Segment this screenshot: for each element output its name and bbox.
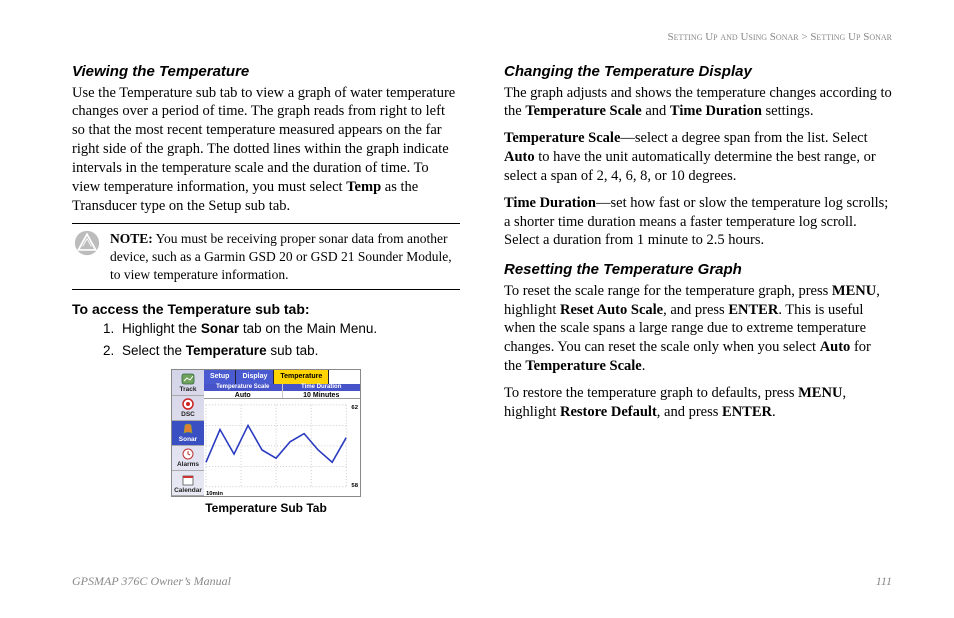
track-icon — [181, 373, 195, 385]
right-column: Changing the Temperature Display The gra… — [504, 62, 892, 554]
step-1: Highlight the Sonar tab on the Main Menu… — [118, 320, 460, 338]
page-number: 111 — [876, 574, 892, 590]
access-heading: To access the Temperature sub tab: — [72, 300, 460, 318]
step-2: Select the Temperature sub tab. — [118, 342, 460, 360]
svg-text:62: 62 — [351, 404, 358, 410]
device-screen: Track DSC Sonar Alarms — [171, 369, 361, 497]
heading-reset: Resetting the Temperature Graph — [504, 260, 892, 280]
side-tab-sonar[interactable]: Sonar — [172, 421, 204, 446]
dsc-icon — [181, 398, 195, 410]
breadcrumb-section: Setting Up and Using Sonar — [667, 31, 798, 43]
setting-time-duration[interactable]: Time Duration 10 Minutes — [283, 384, 361, 398]
side-tab-track[interactable]: Track — [172, 370, 204, 395]
paragraph-temp-scale: Temperature Scale—select a degree span f… — [504, 129, 892, 186]
sonar-icon — [181, 423, 195, 435]
tab-display[interactable]: Display — [236, 370, 274, 383]
sub-tabs: Setup Display Temperature — [204, 370, 360, 383]
side-tabs: Track DSC Sonar Alarms — [172, 370, 204, 496]
paragraph-viewing: Use the Temperature sub tab to view a gr… — [72, 84, 460, 216]
note-box: NOTE: You must be receiving proper sonar… — [72, 223, 460, 290]
steps-list: Highlight the Sonar tab on the Main Menu… — [72, 320, 460, 359]
footer-title: GPSMAP 376C Owner’s Manual — [72, 574, 231, 590]
breadcrumb-page: Setting Up Sonar — [810, 31, 892, 43]
alarms-icon — [181, 448, 195, 460]
temp-scale-label: Temperature Scale — [504, 130, 620, 146]
setting-temp-scale[interactable]: Temperature Scale Auto — [204, 384, 283, 398]
time-duration-label: Time Duration — [504, 195, 596, 211]
embedded-screenshot: Track DSC Sonar Alarms — [72, 369, 460, 517]
side-tab-alarms[interactable]: Alarms — [172, 446, 204, 471]
heading-viewing: Viewing the Temperature — [72, 62, 460, 82]
side-tab-dsc[interactable]: DSC — [172, 396, 204, 421]
note-icon — [74, 230, 100, 256]
left-column: Viewing the Temperature Use the Temperat… — [72, 62, 460, 554]
svg-text:10min: 10min — [206, 490, 223, 496]
paragraph-reset-1: To reset the scale range for the tempera… — [504, 282, 892, 376]
side-tab-calendar[interactable]: Calendar — [172, 471, 204, 496]
breadcrumb: Setting Up and Using Sonar > Setting Up … — [667, 30, 892, 44]
heading-changing: Changing the Temperature Display — [504, 62, 892, 82]
temperature-chart: 62 58 10min — [204, 399, 360, 497]
note-text: NOTE: You must be receiving proper sonar… — [110, 230, 458, 283]
screenshot-caption: Temperature Sub Tab — [72, 501, 460, 517]
paragraph-reset-2: To restore the temperature graph to defa… — [504, 384, 892, 422]
paragraph-time-duration: Time Duration—set how fast or slow the t… — [504, 194, 892, 251]
temp-keyword: Temp — [346, 179, 381, 195]
note-label: NOTE: — [110, 231, 153, 246]
tab-temperature[interactable]: Temperature — [274, 370, 329, 383]
tab-setup[interactable]: Setup — [204, 370, 236, 383]
paragraph-changing: The graph adjusts and shows the temperat… — [504, 84, 892, 122]
breadcrumb-sep: > — [801, 31, 807, 43]
svg-text:58: 58 — [351, 482, 358, 488]
calendar-icon — [181, 474, 195, 486]
